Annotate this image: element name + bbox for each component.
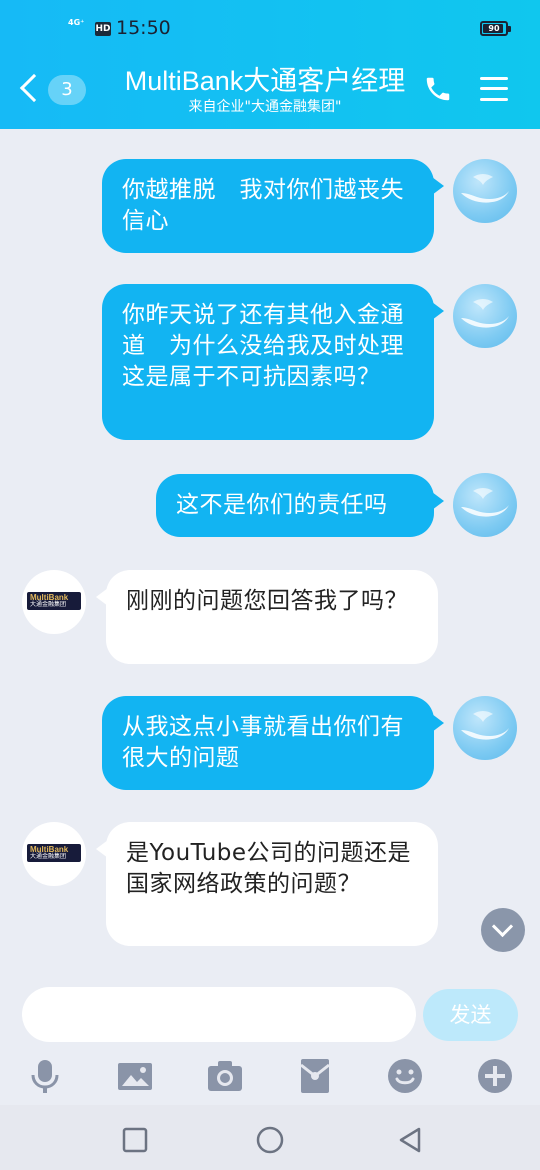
- phone-call-button[interactable]: [423, 74, 453, 104]
- red-packet-icon: [300, 1059, 330, 1093]
- multibank-logo: MultiBank 大通金融集团: [27, 844, 81, 862]
- my-avatar[interactable]: [453, 473, 517, 537]
- triangle-back-icon: [399, 1127, 421, 1153]
- battery-icon: 90: [480, 21, 511, 36]
- message-text: 刚刚的问题您回答我了吗？: [126, 588, 408, 614]
- message-text: 这不是你们的责任吗: [176, 492, 388, 518]
- contact-avatar[interactable]: MultiBank 大通金融集团: [22, 822, 86, 886]
- chat-area[interactable]: 你越推脱 我对你们越丧失信心 你昨天说了还有其他入金通道 为什么没给我及时处理 …: [0, 129, 540, 974]
- message-bubble-outgoing[interactable]: 这不是你们的责任吗: [156, 474, 444, 537]
- message-bubble-outgoing[interactable]: 你昨天说了还有其他入金通道 为什么没给我及时处理 这是属于不可抗因素吗？: [102, 284, 444, 440]
- avatar-pattern-icon: [461, 488, 509, 517]
- avatar-pattern-icon: [461, 299, 509, 328]
- plus-icon: [478, 1059, 512, 1093]
- message-text: 你越推脱 我对你们越丧失信心: [122, 177, 404, 234]
- chevron-left-icon: [19, 73, 49, 103]
- message-bubble-outgoing[interactable]: 从我这点小事就看出你们有很大的问题: [102, 696, 444, 790]
- menu-button[interactable]: [479, 75, 511, 103]
- chat-title-area: MultiBank大通客户经理 来自企业"大通金融集团": [95, 65, 435, 116]
- microphone-icon: [31, 1060, 59, 1093]
- recent-apps-button[interactable]: [120, 1125, 150, 1155]
- camera-button[interactable]: [205, 1056, 245, 1096]
- voice-button[interactable]: [25, 1056, 65, 1096]
- message-bubble-incoming[interactable]: 是YouTube公司的问题还是国家网络政策的问题？: [96, 822, 438, 946]
- square-icon: [122, 1127, 148, 1153]
- network-indicator: 4G⁺: [68, 18, 85, 27]
- image-icon: [118, 1063, 152, 1090]
- clock: 15:50: [116, 17, 171, 39]
- avatar-pattern-icon: [461, 174, 509, 203]
- my-avatar[interactable]: [453, 159, 517, 223]
- red-packet-button[interactable]: [295, 1056, 335, 1096]
- status-bar: 4G⁺ HD 15:50 90: [0, 0, 540, 60]
- message-bubble-outgoing[interactable]: 你越推脱 我对你们越丧失信心: [102, 159, 444, 253]
- scroll-to-bottom-button[interactable]: [481, 908, 525, 952]
- chat-title: MultiBank大通客户经理: [124, 66, 406, 96]
- message-bubble-incoming[interactable]: 刚刚的问题您回答我了吗？: [96, 570, 438, 664]
- camera-icon: [208, 1061, 242, 1091]
- home-button[interactable]: [255, 1125, 285, 1155]
- hd-voice-icon: HD: [95, 22, 111, 36]
- send-button[interactable]: 发送: [423, 989, 518, 1041]
- circle-icon: [256, 1126, 284, 1154]
- menu-icon: [480, 77, 508, 80]
- unread-count-badge: 3: [48, 75, 86, 105]
- back-nav-button[interactable]: [395, 1125, 425, 1155]
- my-avatar[interactable]: [453, 284, 517, 348]
- message-input[interactable]: [22, 987, 416, 1042]
- image-button[interactable]: [115, 1056, 155, 1096]
- message-text: 你昨天说了还有其他入金通道 为什么没给我及时处理 这是属于不可抗因素吗？: [122, 302, 428, 390]
- system-nav-bar: [0, 1105, 540, 1170]
- my-avatar[interactable]: [453, 696, 517, 760]
- top-bar: 4G⁺ HD 15:50 90 3 MultiBank大通客户经理 来自企业"大…: [0, 0, 540, 129]
- more-button[interactable]: [475, 1056, 515, 1096]
- battery-level: 90: [488, 24, 500, 33]
- message-text: 从我这点小事就看出你们有很大的问题: [122, 714, 404, 771]
- emoji-button[interactable]: [385, 1056, 425, 1096]
- back-button[interactable]: 3: [19, 72, 95, 112]
- phone-icon: [426, 77, 450, 101]
- input-toolbar: [0, 1050, 540, 1102]
- emoji-icon: [388, 1059, 422, 1093]
- multibank-logo: MultiBank 大通金融集团: [27, 592, 81, 610]
- avatar-pattern-icon: [461, 711, 509, 740]
- message-text: 是YouTube公司的问题还是国家网络政策的问题？: [126, 840, 412, 897]
- contact-avatar[interactable]: MultiBank 大通金融集团: [22, 570, 86, 634]
- chat-subtitle: 来自企业"大通金融集团": [188, 99, 342, 115]
